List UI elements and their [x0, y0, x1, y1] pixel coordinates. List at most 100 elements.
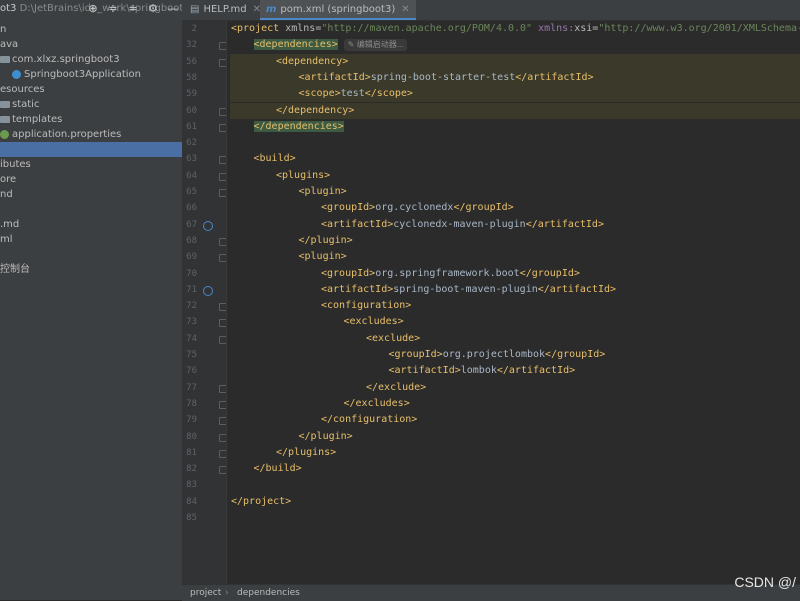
xml-text: spring-boot-maven-plugin — [393, 283, 538, 295]
code-line[interactable]: <dependencies> ✎ 编辑启动器... — [253, 37, 408, 53]
code-line[interactable]: <plugin> — [299, 249, 347, 265]
tree-item-label: ml — [0, 234, 13, 245]
breadcrumb-item-dependencies[interactable]: dependencies — [237, 585, 300, 601]
watermark: CSDN @/ — [734, 574, 796, 590]
code-line[interactable]: </project> — [231, 494, 291, 510]
spring-class-icon — [12, 70, 21, 79]
xml-tag: </build> — [253, 463, 302, 475]
code-line[interactable]: </plugin> — [299, 429, 353, 445]
code-line[interactable]: <artifactId>lombok</artifactId> — [389, 363, 576, 379]
tab-help-md[interactable]: ▤ HELP.md ✕ — [186, 0, 265, 20]
code-line[interactable]: <dependency> — [276, 54, 348, 70]
tree-item[interactable]: ibutes — [0, 157, 182, 172]
line-number: 84 — [186, 496, 197, 507]
edit-starters-hint[interactable]: ✎ 编辑启动器... — [343, 39, 408, 52]
tree-item-label: Springboot3Application — [24, 69, 142, 80]
tab-pom-xml[interactable]: m pom.xml (springboot3) ✕ — [260, 0, 416, 20]
project-toolbar: ot3 D:\JetBrains\ide_work\springboot3 ⊕ … — [0, 0, 182, 19]
expand-all-icon[interactable]: ≑ — [106, 2, 120, 16]
breadcrumb-item-project[interactable]: project — [190, 585, 221, 601]
xml-text: cyclonedx-maven-plugin — [393, 218, 526, 230]
tree-item[interactable]: ml — [0, 232, 182, 247]
tree-item[interactable]: n — [0, 22, 182, 37]
line-number: 61 — [186, 121, 197, 132]
hint-label: 编辑启动器... — [356, 40, 404, 50]
tab-label: pom.xml (springboot3) — [280, 4, 396, 15]
tree-item[interactable] — [0, 142, 182, 157]
code-line[interactable]: <scope>test</scope> — [299, 86, 413, 102]
code-line[interactable]: <exclude> — [366, 331, 420, 347]
code-editor[interactable]: <project xmlns="http://maven.apache.org/… — [227, 21, 800, 584]
tree-item[interactable]: nd — [0, 187, 182, 202]
xml-tag: </plugin> — [298, 430, 353, 442]
code-line[interactable]: <plugin> — [299, 184, 347, 200]
code-line[interactable]: <configuration> — [321, 298, 411, 314]
tree-item[interactable]: ava — [0, 37, 182, 52]
xml-tag: </groupId> — [545, 349, 606, 360]
code-line[interactable]: <build> — [254, 151, 296, 167]
xml-tag: </plugins> — [276, 446, 337, 458]
tree-item[interactable]: com.xlxz.springboot3 — [0, 52, 182, 67]
tree-item[interactable]: ore — [0, 172, 182, 187]
line-number: 62 — [186, 138, 197, 149]
xml-tag: </dependency> — [276, 104, 355, 116]
collapse-all-icon[interactable]: ≐ — [126, 2, 140, 16]
code-line[interactable]: </build> — [254, 461, 302, 477]
code-line[interactable]: </dependency> — [276, 103, 354, 119]
line-number: 63 — [186, 154, 197, 165]
tree-item[interactable]: .md — [0, 217, 182, 232]
edit-icon: ✎ — [347, 40, 357, 50]
xml-tag: </excludes> — [343, 397, 410, 409]
tree-item[interactable] — [0, 202, 182, 217]
editor-gutter[interactable]: 2 32 56 58 59 60 61 62 63 64 65 66 67 68 69 70 71 72 73 74 7… — [182, 21, 227, 584]
close-icon[interactable]: ✕ — [401, 0, 409, 20]
tree-item[interactable]: static — [0, 97, 182, 112]
line-number: 83 — [186, 480, 197, 491]
xml-tag: <exclude> — [366, 332, 421, 344]
line-number: 32 — [186, 40, 197, 51]
xml-tag: <artifactId> — [298, 71, 371, 83]
breadcrumb-separator: › — [225, 588, 229, 598]
code-line[interactable]: <groupId>org.springframework.boot</group… — [321, 266, 580, 282]
xml-text: lombok — [460, 365, 497, 377]
xml-attr-name: xsi — [574, 23, 593, 34]
plugin-gutter-icon[interactable] — [203, 285, 213, 296]
maven-icon: m — [266, 4, 277, 15]
code-line[interactable]: </plugins> — [276, 445, 336, 461]
code-line[interactable]: <artifactId>spring-boot-starter-test</ar… — [299, 70, 594, 86]
code-line[interactable]: <artifactId>cyclonedx-maven-plugin</arti… — [321, 217, 604, 233]
code-line[interactable]: <excludes> — [344, 314, 404, 330]
xml-attr-value: "http://www.w3.org/2001/XMLSchema-instan… — [598, 23, 800, 34]
tree-item[interactable]: Springboot3Application — [0, 67, 182, 82]
locate-icon[interactable]: ⊕ — [86, 2, 100, 16]
line-number: 56 — [186, 56, 197, 67]
tree-item-label: ibutes — [0, 159, 31, 170]
line-number: 66 — [186, 203, 197, 214]
tree-item[interactable]: 控制台 — [0, 262, 182, 277]
code-line[interactable]: </configuration> — [321, 412, 417, 428]
tree-item[interactable]: esources — [0, 82, 182, 97]
xml-tag: </artifactId> — [537, 283, 617, 295]
plugin-gutter-icon[interactable] — [203, 220, 213, 231]
code-line[interactable]: <groupId>org.projectlombok</groupId> — [389, 347, 606, 363]
tree-item[interactable]: application.properties — [0, 127, 182, 142]
code-line[interactable]: </exclude> — [366, 380, 426, 396]
tree-item-label: application.properties — [12, 129, 122, 140]
code-line[interactable]: </excludes> — [344, 396, 410, 412]
code-line[interactable]: <groupId>org.cyclonedx</groupId> — [321, 200, 514, 216]
code-line[interactable]: </plugin> — [299, 233, 353, 249]
hide-icon[interactable]: — — [166, 2, 180, 16]
line-number: 67 — [186, 219, 197, 230]
xml-tag: </plugin> — [298, 234, 353, 246]
code-line[interactable]: <project xmlns="http://maven.apache.org/… — [231, 21, 800, 37]
gear-icon[interactable]: ⚙ — [146, 2, 160, 16]
xml-tag: <configuration> — [321, 300, 412, 312]
code-line[interactable]: <artifactId>spring-boot-maven-plugin</ar… — [321, 282, 616, 298]
line-number: 72 — [186, 301, 197, 312]
tree-item[interactable]: templates — [0, 112, 182, 127]
code-line[interactable]: </dependencies> — [253, 119, 344, 135]
code-line[interactable]: <plugins> — [276, 168, 330, 184]
tree-item[interactable] — [0, 247, 182, 262]
xml-tag: </configuration> — [321, 414, 418, 426]
properties-icon — [0, 130, 9, 139]
